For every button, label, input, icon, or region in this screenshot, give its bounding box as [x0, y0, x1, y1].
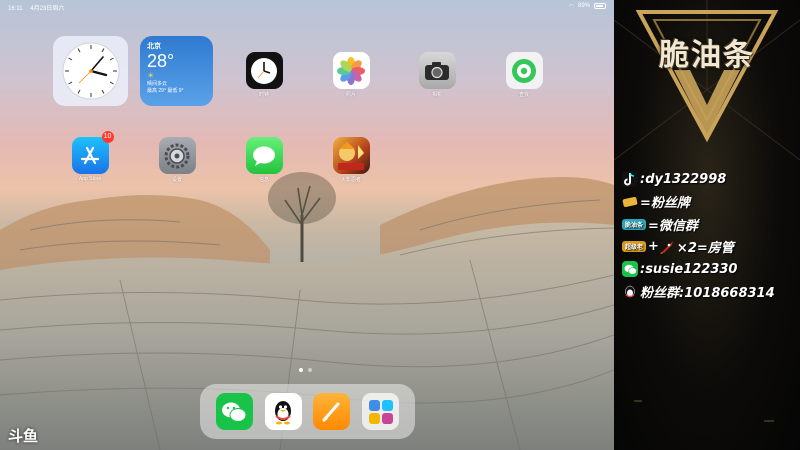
fan-level-pill: 脆油条: [622, 218, 647, 230]
qq-group-text: 粉丝群:1018668314: [640, 286, 775, 302]
status-time: 16:11: [8, 6, 23, 12]
page-dot-active: [299, 368, 303, 372]
room-admin-text: ×2=房管: [676, 241, 734, 257]
settings-gear-icon: [158, 137, 196, 174]
app-label: App Store: [78, 176, 102, 182]
douyin-id: :dy1322998: [640, 171, 727, 187]
qq-penguin-icon: [622, 284, 638, 300]
plus-sign: +: [648, 239, 659, 255]
app-label: 设置: [171, 177, 182, 183]
app-app-store[interactable]: 10 App Store: [68, 131, 114, 182]
messages-icon: [245, 137, 283, 174]
fan-badge-text: =粉丝牌: [640, 196, 690, 212]
weather-condition: 晴间多云: [147, 81, 168, 87]
super-fan-pill: 超级老: [622, 241, 647, 253]
douyu-watermark: 斗鱼: [8, 428, 39, 445]
douyin-icon: [622, 171, 638, 188]
dock: [200, 384, 415, 439]
status-bar: 16:11 4月23日周六 ◠ 89%: [0, 0, 614, 12]
naruto-game-icon: [332, 137, 370, 174]
app-label: 相机: [431, 92, 442, 98]
battery-icon: [594, 3, 606, 9]
app-find-my[interactable]: 查找: [502, 52, 546, 98]
wechat-group-row: 脆油条 =微信群: [622, 213, 800, 236]
fan-badge-row: =粉丝牌: [622, 191, 800, 214]
wifi-icon: ◠: [568, 3, 574, 10]
douyin-id-row: :dy1322998: [622, 168, 800, 191]
fan-badge-icon: [622, 194, 638, 210]
wechat-icon: [622, 261, 638, 278]
camera-icon: [418, 52, 456, 89]
app-messages[interactable]: 信息: [242, 137, 286, 183]
app-label: 信息: [258, 177, 269, 183]
pages-pen-icon: [322, 402, 340, 422]
app-label: 时钟: [258, 92, 269, 98]
clock-icon: [245, 52, 283, 89]
battery-percent: 89%: [577, 3, 590, 9]
notification-badge: 10: [101, 131, 114, 143]
wechat-id: :susie122330: [640, 261, 738, 277]
room-admin-row: 超级老 + ×2=房管: [622, 236, 800, 259]
app-store-icon: 10: [71, 131, 114, 174]
dock-app-library[interactable]: [362, 393, 400, 430]
app-clock[interactable]: 时钟: [242, 52, 286, 98]
app-label: 查找: [518, 92, 529, 98]
qq-group-row: 粉丝群:1018668314: [622, 281, 800, 304]
page-dot: [308, 368, 312, 372]
weather-widget[interactable]: 北京 28° ☀ 晴间多云 最高 29° 最低 9°: [140, 36, 213, 106]
photos-icon: [332, 52, 370, 89]
status-date: 4月23日周六: [30, 6, 65, 12]
find-my-icon: [505, 52, 543, 89]
app-naruto-game[interactable]: 火影忍者: [329, 137, 373, 183]
analog-clock-icon: [62, 42, 119, 100]
app-settings[interactable]: 设置: [155, 137, 199, 183]
streamer-info-panel: 脆油条 :dy1322998 =粉丝牌 脆油条 =微信群 超级老 + ×2=房管: [614, 0, 800, 450]
weather-range: 最高 29° 最低 9°: [147, 88, 184, 94]
ipad-home-screen: 16:11 4月23日周六 ◠ 89% 北京 28° ☀ 晴间多云 最高 29°…: [0, 0, 614, 450]
rocket-gift-icon: [659, 239, 675, 255]
qq-penguin-icon: [275, 400, 292, 424]
wechat-group-text: =微信群: [648, 218, 698, 234]
streamer-brand-title: 脆油条: [659, 38, 755, 73]
dock-wechat[interactable]: [215, 393, 253, 430]
weather-city: 北京: [147, 43, 161, 50]
wechat-id-row: :susie122330: [622, 258, 800, 281]
dock-qq[interactable]: [264, 393, 302, 430]
dock-pages[interactable]: [313, 393, 351, 430]
app-library-icon: [368, 399, 393, 424]
app-label: 火影忍者: [340, 177, 361, 183]
app-camera[interactable]: 相机: [415, 52, 459, 98]
wechat-icon: [222, 402, 247, 422]
clock-widget[interactable]: [53, 36, 128, 106]
weather-temp: 28°: [147, 51, 175, 71]
info-list: :dy1322998 =粉丝牌 脆油条 =微信群 超级老 + ×2=房管 :su…: [622, 168, 800, 303]
page-indicator[interactable]: [299, 368, 312, 372]
sun-icon: ☀: [147, 71, 155, 80]
app-label: 照片: [345, 92, 356, 98]
app-photos[interactable]: 照片: [329, 52, 373, 98]
